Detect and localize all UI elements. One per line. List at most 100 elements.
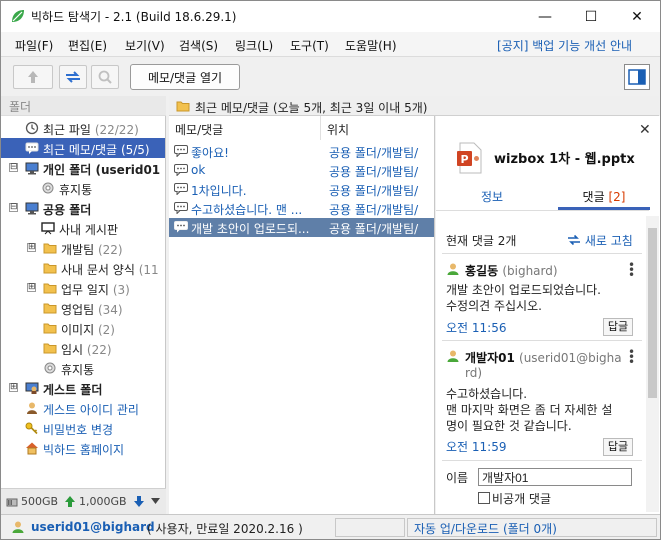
sync-button[interactable] xyxy=(59,65,87,89)
name-input[interactable] xyxy=(478,468,632,486)
tree-item-dev-team[interactable]: ⊞ 개발팀 (22) xyxy=(1,238,165,258)
status-user[interactable]: userid01@bighard xyxy=(31,520,155,534)
tree-item-board[interactable]: 사내 게시판 xyxy=(1,218,165,238)
expand-icon[interactable]: ⊞ xyxy=(27,283,36,292)
guest-icon xyxy=(25,382,39,394)
tree-item-shared-folder[interactable]: ⊟ 공용 폴더 xyxy=(1,198,165,218)
tree-item-label: 최근 메모/댓글 xyxy=(43,143,118,157)
collapse-icon[interactable]: ⊟ xyxy=(9,203,18,212)
folder-icon xyxy=(43,343,57,354)
up-arrow-icon xyxy=(28,71,38,83)
folder-open-icon xyxy=(176,101,190,112)
close-button[interactable]: ✕ xyxy=(614,1,660,32)
tree-item-images[interactable]: 이미지 (2) xyxy=(1,318,165,338)
chevron-down-icon[interactable] xyxy=(151,497,160,505)
column-header-location[interactable]: 위치 xyxy=(321,116,434,140)
reply-button[interactable]: 답글 xyxy=(603,318,633,336)
open-memo-button[interactable]: 메모/댓글 열기 xyxy=(130,64,240,90)
split-panel-icon xyxy=(628,69,646,85)
secret-checkbox[interactable] xyxy=(478,492,490,504)
menu-tools[interactable]: 도구(T) xyxy=(290,37,329,54)
close-icon[interactable]: ✕ xyxy=(639,122,651,138)
tree-item-doc-templates[interactable]: 사내 문서 양식 (11 xyxy=(1,258,165,278)
author-name: 개발자01 xyxy=(465,351,515,365)
up-folder-button[interactable] xyxy=(13,65,53,89)
folder-icon xyxy=(43,323,57,334)
tree-item-password-change[interactable]: 비밀번호 변경 xyxy=(1,418,165,438)
tree-item-count: (3) xyxy=(112,283,130,297)
list-item[interactable]: 좋아요! 공용 폴더/개발팀/ xyxy=(169,142,434,161)
comment-location: 공용 폴더/개발팀/ xyxy=(329,203,419,217)
scrollbar-thumb[interactable] xyxy=(648,228,657,398)
panel-toggle-button[interactable] xyxy=(624,64,650,90)
collapse-icon[interactable]: ⊟ xyxy=(9,163,18,172)
comment-icon xyxy=(174,145,188,157)
more-options-icon[interactable]: • • • xyxy=(628,259,635,281)
comment-body: 개발 초안이 업로드되었습니다. 수정의견 주십시오. xyxy=(446,282,601,314)
title-bar: 빅하드 탐색기 - 2.1 (Build 18.6.29.1) — ☐ ✕ xyxy=(1,1,660,32)
maximize-button[interactable]: ☐ xyxy=(568,1,614,32)
tree-item-homepage[interactable]: 빅하드 홈페이지 xyxy=(1,438,165,458)
refresh-icon xyxy=(568,234,580,246)
list-item[interactable]: 1차입니다. 공용 폴더/개발팀/ xyxy=(169,180,434,199)
tree-item-sales-team[interactable]: 영업팀 (34) xyxy=(1,298,165,318)
folder-icon xyxy=(43,263,57,274)
expand-icon[interactable]: ⊞ xyxy=(27,243,36,252)
tree-item-label: 비밀번호 변경 xyxy=(43,423,114,437)
column-header-comment[interactable]: 메모/댓글 xyxy=(169,116,321,140)
status-role: ( 사용자, 만료일 2020.2.16 ) xyxy=(147,522,303,536)
more-options-icon[interactable]: • • • xyxy=(628,346,635,368)
tree-item-temp[interactable]: 임시 (22) xyxy=(1,338,165,358)
refresh-link[interactable]: 새로 고침 xyxy=(567,232,633,249)
comment-scrollbar[interactable] xyxy=(646,216,659,512)
comment-body: 수고하셨습니다. 맨 마지막 화면은 좀 더 자세한 설 명이 필요한 것 같습… xyxy=(446,386,612,434)
tab-info[interactable]: 정보 xyxy=(456,188,528,210)
comment-line: 개발 초안이 업로드되었습니다. xyxy=(446,283,601,297)
comment-text: 좋아요! xyxy=(191,146,229,160)
tree-item-personal-trash[interactable]: 휴지통 xyxy=(1,178,165,198)
tree-item-count: (22/22) xyxy=(94,123,139,137)
user-avatar-icon xyxy=(447,263,459,275)
notice-link[interactable]: [공지] 백업 기능 개선 안내 xyxy=(497,37,632,54)
refresh-label: 새로 고침 xyxy=(584,234,633,248)
tree-item-label: 개발팀 xyxy=(61,243,95,257)
menu-file[interactable]: 파일(F) xyxy=(15,37,53,54)
list-item-selected[interactable]: 개발 초안이 업로드되... 공용 폴더/개발팀/ xyxy=(169,218,434,237)
tree-item-personal-folder[interactable]: ⊟ 개인 폴더 (userid01 xyxy=(1,158,165,178)
comment-author: 홍길동 (bighard) xyxy=(465,262,558,279)
menu-view[interactable]: 보기(V) xyxy=(125,37,165,54)
tree-item-recent-files[interactable]: 최근 파일 (22/22) xyxy=(1,118,165,138)
comment-icon xyxy=(174,183,188,195)
tree-item-shared-trash[interactable]: 휴지통 xyxy=(1,358,165,378)
sync-icon xyxy=(66,71,80,83)
menu-link[interactable]: 링크(L) xyxy=(235,37,273,54)
menu-search[interactable]: 검색(S) xyxy=(179,37,218,54)
list-item[interactable]: 수고하셨습니다. 맨 ... 공용 폴더/개발팀/ xyxy=(169,199,434,218)
computer-icon xyxy=(25,162,39,175)
minimize-button[interactable]: — xyxy=(522,1,568,32)
expand-icon[interactable]: ⊞ xyxy=(9,383,18,392)
tree-item-guest-folder[interactable]: ⊞ 게스트 폴더 xyxy=(1,378,165,398)
tree-item-label: 임시 xyxy=(61,343,84,357)
search-button[interactable] xyxy=(91,65,119,89)
tree-item-label: 사내 게시판 xyxy=(59,223,119,237)
menu-help[interactable]: 도움말(H) xyxy=(345,37,397,54)
list-item[interactable]: ok 공용 폴더/개발팀/ xyxy=(169,161,434,180)
tab-divider xyxy=(436,210,649,211)
status-bar: userid01@bighard ( 사용자, 만료일 2020.2.16 ) … xyxy=(1,514,660,539)
tree-item-count: (5/5) xyxy=(120,143,150,157)
author-id: (bighard) xyxy=(502,264,558,278)
tree-item-guest-id-manage[interactable]: 게스트 아이디 관리 xyxy=(1,398,165,418)
reply-button[interactable]: 답글 xyxy=(603,438,633,456)
tree-item-recent-comments[interactable]: 최근 메모/댓글 (5/5) xyxy=(1,138,165,158)
menu-edit[interactable]: 편집(E) xyxy=(68,37,107,54)
home-icon xyxy=(26,442,38,455)
secret-label: 비공개 댓글 xyxy=(492,492,552,506)
tree-item-work-log[interactable]: ⊞ 업무 일지 (3) xyxy=(1,278,165,298)
status-sync[interactable]: 자동 업/다운로드 (폴더 0개) xyxy=(407,518,657,537)
upload-arrow-icon xyxy=(65,496,75,507)
folder-icon xyxy=(43,243,57,254)
tree-item-label: 최근 파일 xyxy=(43,123,91,137)
clock-icon xyxy=(25,121,39,135)
tree-item-label: 빅하드 홈페이지 xyxy=(43,443,125,457)
